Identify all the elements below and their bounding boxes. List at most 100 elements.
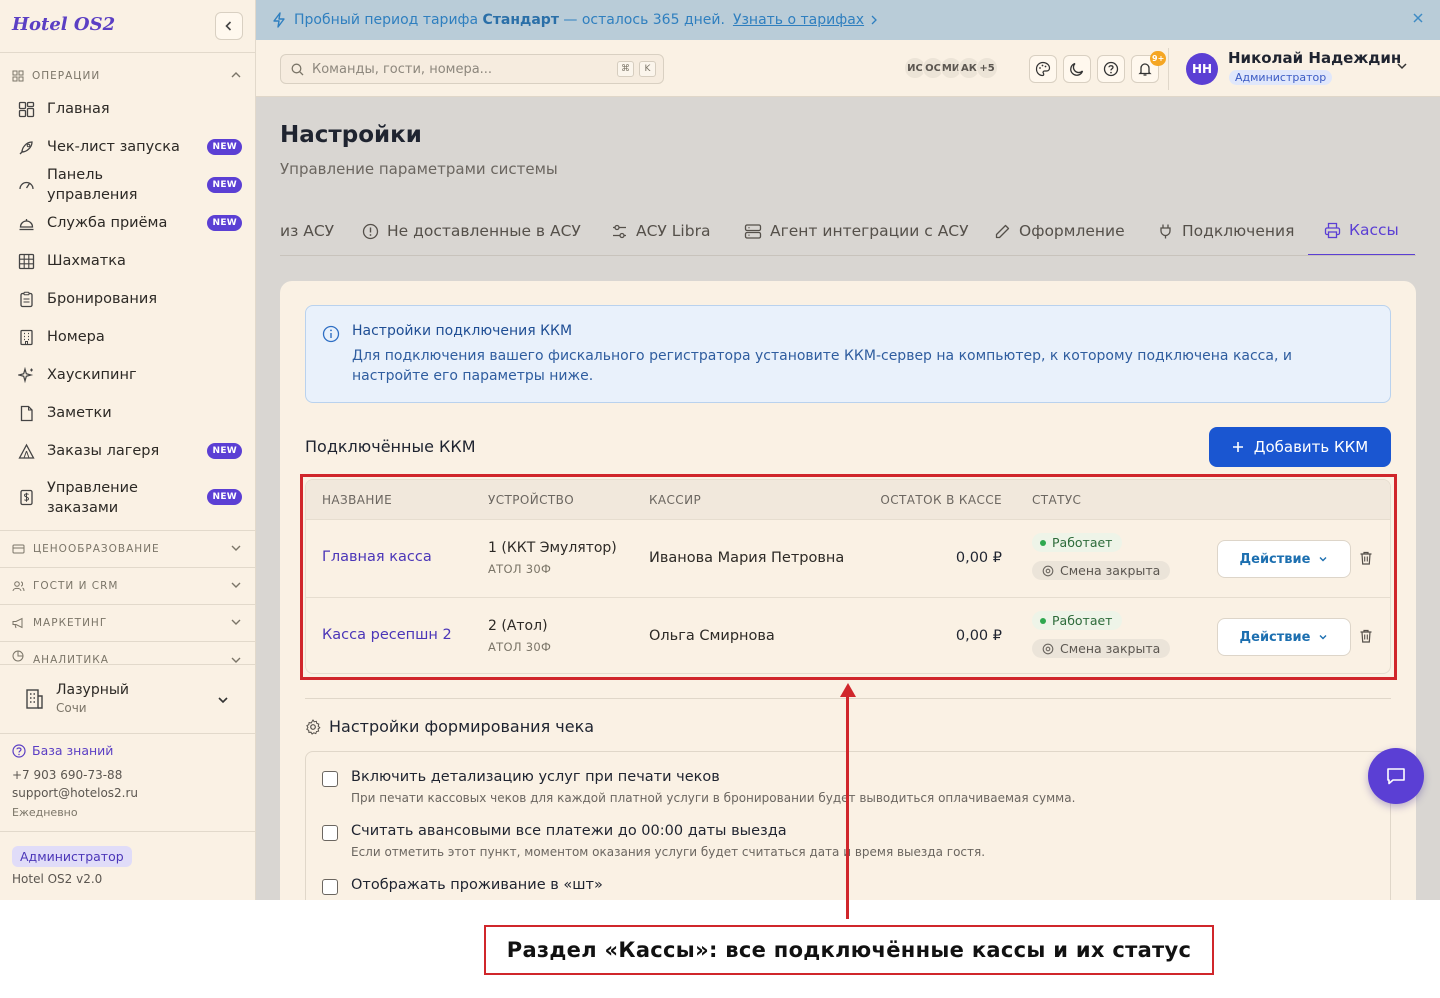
building-icon xyxy=(20,329,33,345)
sidebar-item-home[interactable]: Главная xyxy=(18,95,242,123)
tab-not-delivered-asu[interactable]: Не доставленные в АСУ xyxy=(362,206,581,255)
command-search[interactable]: ⌘ K xyxy=(280,54,664,84)
sidebar-item-rooms[interactable]: Номера xyxy=(18,323,242,351)
section-marketing[interactable]: Маркетинг xyxy=(12,613,244,633)
add-kkm-button[interactable]: Добавить ККМ xyxy=(1209,427,1391,467)
grid-table-icon xyxy=(18,253,35,269)
chevron-down-icon xyxy=(231,582,241,588)
section-label: Аналитика xyxy=(33,654,109,664)
option-label: Отображать проживание в «шт» xyxy=(351,877,603,893)
checkbox[interactable] xyxy=(322,879,338,895)
sidebar-item-notes[interactable]: Заметки xyxy=(18,399,242,427)
help-circle-icon xyxy=(1103,61,1119,77)
banner-plan: Стандарт xyxy=(482,12,559,28)
hotel-building-icon xyxy=(26,689,43,709)
new-badge: NEW xyxy=(207,443,242,459)
tab-asu-libra[interactable]: АСУ Libra xyxy=(611,206,711,255)
option-description: Если отметить этот пункт, моментом оказа… xyxy=(351,845,986,859)
pricing-link[interactable]: Узнать о тарифах xyxy=(733,12,864,28)
divider xyxy=(0,604,256,605)
sidebar-item-chessboard[interactable]: Шахматка xyxy=(18,247,242,275)
sidebar-item-bookings[interactable]: Бронирования xyxy=(18,285,242,313)
divider xyxy=(1168,48,1169,90)
tab-connections[interactable]: Подключения xyxy=(1157,206,1294,255)
rocket-icon xyxy=(19,140,33,154)
hotel-name: Лазурный xyxy=(56,682,130,698)
section-label: Гости и CRM xyxy=(33,580,119,592)
sidebar-item-camp-orders[interactable]: Заказы лагеря NEW xyxy=(18,437,242,465)
app-window: Hotel OS2 Операции Главная Чек-лист запу… xyxy=(0,0,1440,900)
section-label: Операции xyxy=(32,70,101,82)
section-analytics[interactable]: Аналитика xyxy=(12,650,244,664)
info-icon xyxy=(322,325,340,343)
support-email[interactable]: support@hotelos2.ru xyxy=(12,786,138,800)
chevron-down-icon[interactable] xyxy=(1396,60,1408,72)
chevron-down-icon xyxy=(218,697,228,704)
sidebar-item-launch-checklist[interactable]: Чек-лист запуска NEW xyxy=(18,133,242,161)
moon-icon xyxy=(1070,62,1084,76)
tab-label: Не доставленные в АСУ xyxy=(387,222,581,240)
section-operations[interactable]: Операции xyxy=(12,66,244,86)
notifications-count: 9+ xyxy=(1150,51,1167,66)
help-button[interactable] xyxy=(1097,55,1125,83)
help-circle-icon xyxy=(12,743,26,758)
user-role-badge: Администратор xyxy=(1229,70,1333,85)
support-phone[interactable]: +7 903 690-73-88 xyxy=(12,768,122,782)
hotel-switcher[interactable]: Лазурный Сочи xyxy=(22,682,244,718)
tab-from-asu[interactable]: из АСУ xyxy=(280,206,334,255)
section-pricing[interactable]: Ценообразование xyxy=(12,539,244,559)
collapse-sidebar-button[interactable] xyxy=(215,12,243,40)
tab-cash-registers[interactable]: Кассы xyxy=(1308,206,1415,255)
sidebar-item-control-panel[interactable]: Панель управления NEW xyxy=(18,167,242,203)
lightning-icon xyxy=(273,12,285,28)
user-avatar[interactable]: НН xyxy=(1186,53,1218,85)
sidebar-item-front-desk[interactable]: Служба приёма NEW xyxy=(18,209,242,237)
sidebar-item-label: Бронирования xyxy=(47,291,158,307)
chat-support-button[interactable] xyxy=(1368,748,1424,804)
tab-appearance[interactable]: Оформление xyxy=(994,206,1125,255)
close-icon[interactable] xyxy=(1412,12,1424,24)
checkbox[interactable] xyxy=(322,771,338,787)
page-subtitle: Управление параметрами системы xyxy=(280,160,558,178)
checkbox[interactable] xyxy=(322,825,338,841)
sidebar-item-order-management[interactable]: Управление заказами NEW xyxy=(18,478,242,518)
knowledge-base-link[interactable]: База знаний xyxy=(12,743,113,758)
arrow-up-icon xyxy=(840,683,856,697)
kbd-k: K xyxy=(639,61,656,77)
chevron-right-icon xyxy=(871,15,877,25)
sidebar-item-housekeeping[interactable]: Хаускипинг xyxy=(18,361,242,389)
info-alert: Настройки подключения ККМ Для подключени… xyxy=(305,305,1391,403)
plus-icon xyxy=(1232,442,1243,452)
top-header: ⌘ K ИС ОС МИ АК +5 9+ НН Николай Надежди… xyxy=(256,40,1440,97)
tab-label: АСУ Libra xyxy=(636,222,711,240)
sidebar-item-label: Шахматка xyxy=(47,253,126,269)
sidebar-item-label: Управление заказами xyxy=(47,480,138,516)
divider xyxy=(0,733,256,734)
online-users[interactable]: ИС ОС МИ АК +5 xyxy=(904,57,998,79)
alert-circle-icon xyxy=(362,223,379,239)
info-text: Для подключения вашего фискального регис… xyxy=(352,348,1292,384)
gauge-icon xyxy=(19,181,34,189)
banner-text: Пробный период тарифа xyxy=(294,12,479,28)
app-version: Hotel OS2 v2.0 xyxy=(12,872,103,886)
sidebar-item-label: Хаускипинг xyxy=(47,367,137,383)
chart-pie-icon xyxy=(12,650,24,662)
search-input[interactable] xyxy=(312,61,602,77)
user-name: Николай Надеждин xyxy=(1228,49,1402,67)
banner-text-rest: — осталось 365 дней. xyxy=(563,12,725,28)
section-guests-crm[interactable]: Гости и CRM xyxy=(12,576,244,596)
sidebar-item-label: Служба приёма xyxy=(47,215,168,231)
tab-label: Оформление xyxy=(1019,222,1125,240)
divider xyxy=(0,530,256,531)
option-label: Включить детализацию услуг при печати че… xyxy=(351,769,720,785)
tab-asu-agent[interactable]: Агент интеграции с АСУ xyxy=(744,206,969,255)
dark-mode-button[interactable] xyxy=(1063,55,1091,83)
theme-palette-button[interactable] xyxy=(1029,55,1057,83)
avatar-more[interactable]: +5 xyxy=(976,57,998,79)
chevron-down-icon xyxy=(231,619,241,625)
tab-label: Кассы xyxy=(1349,221,1399,239)
add-kkm-label: Добавить ККМ xyxy=(1253,438,1369,456)
option-description: При печати кассовых чеков для каждой пла… xyxy=(351,791,1076,805)
notifications-button[interactable]: 9+ xyxy=(1131,51,1167,83)
app-logo[interactable]: Hotel OS2 xyxy=(12,14,115,35)
